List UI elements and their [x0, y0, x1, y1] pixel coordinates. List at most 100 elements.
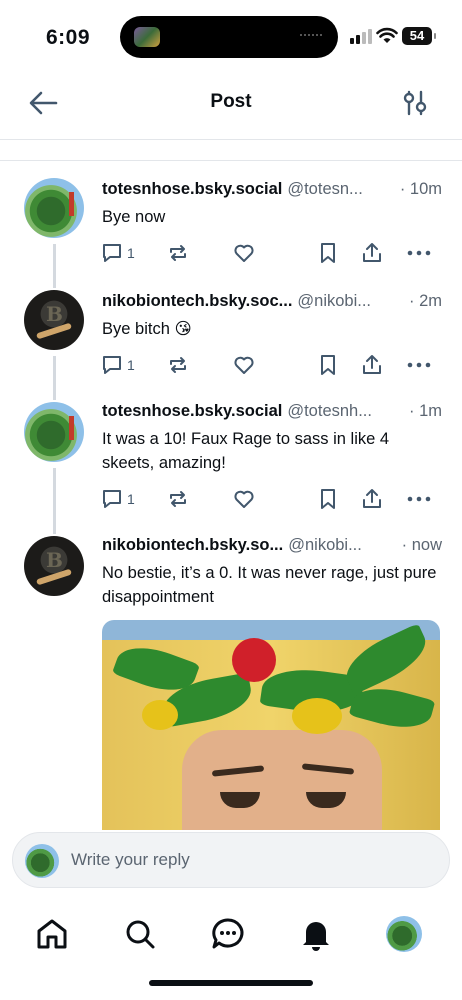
wifi-icon: [376, 27, 398, 43]
image-face: [182, 730, 382, 830]
like-button[interactable]: [232, 486, 256, 512]
share-button[interactable]: [360, 486, 384, 512]
post-text: Bye bitch 😘: [102, 320, 192, 338]
thread-line: [53, 526, 56, 534]
post-time: · 2m: [409, 292, 442, 310]
bottom-tab-bar: [0, 900, 462, 970]
post-image[interactable]: [102, 620, 440, 830]
thread-line: [53, 468, 56, 526]
thread-post[interactable]: nikobiontech.bsky.soc...@nikobi... · 2m …: [0, 280, 462, 392]
reply-composer[interactable]: Write your reply: [12, 832, 450, 888]
home-icon: [37, 919, 67, 949]
reply-button[interactable]: 1: [100, 352, 135, 378]
tab-home[interactable]: [32, 914, 72, 954]
divider: [0, 160, 462, 161]
page-title: Post: [210, 91, 252, 112]
island-dots: [300, 34, 322, 38]
bookmark-button[interactable]: [316, 240, 340, 266]
reply-input-placeholder[interactable]: Write your reply: [71, 850, 190, 870]
tab-chat[interactable]: [208, 914, 248, 954]
avatar[interactable]: [24, 402, 84, 462]
post-text: It was a 10! Faux Rage to sass in like 4…: [102, 430, 390, 472]
status-bar: 6:09 54: [0, 0, 462, 78]
share-button[interactable]: [360, 240, 384, 266]
tab-search[interactable]: [120, 914, 160, 954]
more-dots-icon: [407, 362, 431, 368]
more-dots-icon: [407, 250, 431, 256]
image-detail: [232, 638, 276, 682]
post-actions: 1: [100, 352, 432, 378]
avatar[interactable]: [24, 178, 84, 238]
search-icon: [126, 920, 155, 949]
heart-icon: [234, 356, 254, 374]
bookmark-icon: [321, 489, 335, 509]
notifications-icon: [303, 922, 329, 951]
dynamic-island: [120, 16, 338, 58]
live-activity-thumbnail: [134, 27, 160, 47]
share-icon: [363, 243, 381, 262]
like-button[interactable]: [232, 240, 256, 266]
display-name[interactable]: totesnhose.bsky.social: [102, 402, 282, 420]
reply-button[interactable]: 1: [100, 486, 135, 512]
avatar: [25, 844, 59, 878]
cellular-signal-icon: [350, 28, 372, 44]
home-indicator: [149, 980, 313, 986]
more-options-button[interactable]: [406, 240, 432, 266]
repost-button[interactable]: [166, 240, 190, 266]
bookmark-button[interactable]: [316, 352, 340, 378]
repost-icon: [170, 491, 186, 507]
share-button[interactable]: [360, 352, 384, 378]
post-text: No bestie, it’s a 0. It was never rage, …: [102, 564, 437, 606]
share-icon: [363, 355, 381, 374]
thread-line: [53, 244, 56, 280]
like-button[interactable]: [232, 352, 256, 378]
post-actions: 1: [100, 486, 432, 512]
status-time: 6:09: [46, 26, 91, 49]
repost-icon: [170, 245, 186, 261]
image-detail: [142, 700, 178, 730]
repost-button[interactable]: [166, 352, 190, 378]
tab-profile[interactable]: [384, 914, 424, 954]
heart-icon: [234, 244, 254, 262]
bookmark-icon: [321, 243, 335, 263]
image-detail: [292, 698, 342, 734]
bookmark-button[interactable]: [316, 486, 340, 512]
more-options-button[interactable]: [406, 486, 432, 512]
thread-post[interactable]: totesnhose.bsky.social @totesnh... · 1m I…: [0, 392, 462, 526]
display-name[interactable]: totesnhose.bsky.social: [102, 180, 282, 198]
post-time: · 1m: [409, 402, 442, 420]
post-time: · 10m: [399, 180, 442, 198]
reply-icon: [103, 244, 121, 262]
avatar[interactable]: [24, 536, 84, 596]
thread-post[interactable]: totesnhose.bsky.social @totesn... · 10m B…: [0, 168, 462, 280]
display-name[interactable]: nikobiontech.bsky.soc...: [102, 292, 292, 310]
share-icon: [363, 489, 381, 508]
handle[interactable]: @nikobi...: [297, 292, 371, 310]
focused-post[interactable]: nikobiontech.bsky.so...@nikobi... · now …: [0, 526, 462, 836]
heart-icon: [234, 490, 254, 508]
reply-count: 1: [127, 357, 135, 373]
battery-indicator: 54: [402, 27, 436, 45]
post-actions: 1: [100, 240, 432, 266]
post-header: Post: [0, 78, 462, 140]
reply-icon: [103, 356, 121, 374]
display-name[interactable]: nikobiontech.bsky.so...: [102, 536, 283, 554]
tab-notifications[interactable]: [296, 914, 336, 954]
reply-icon: [103, 490, 121, 508]
more-dots-icon: [407, 496, 431, 502]
handle[interactable]: @totesn...: [287, 180, 362, 198]
avatar[interactable]: [24, 290, 84, 350]
thread-settings-button[interactable]: [402, 90, 428, 116]
repost-button[interactable]: [166, 486, 190, 512]
handle[interactable]: @nikobi...: [288, 536, 362, 554]
handle[interactable]: @totesnh...: [287, 402, 372, 420]
more-options-button[interactable]: [406, 352, 432, 378]
chat-icon: [212, 918, 244, 949]
bookmark-icon: [321, 355, 335, 375]
thread-line: [53, 356, 56, 392]
reply-count: 1: [127, 245, 135, 261]
thread-line: [53, 280, 56, 288]
thread-line: [53, 392, 56, 400]
repost-icon: [170, 357, 186, 373]
reply-button[interactable]: 1: [100, 240, 135, 266]
